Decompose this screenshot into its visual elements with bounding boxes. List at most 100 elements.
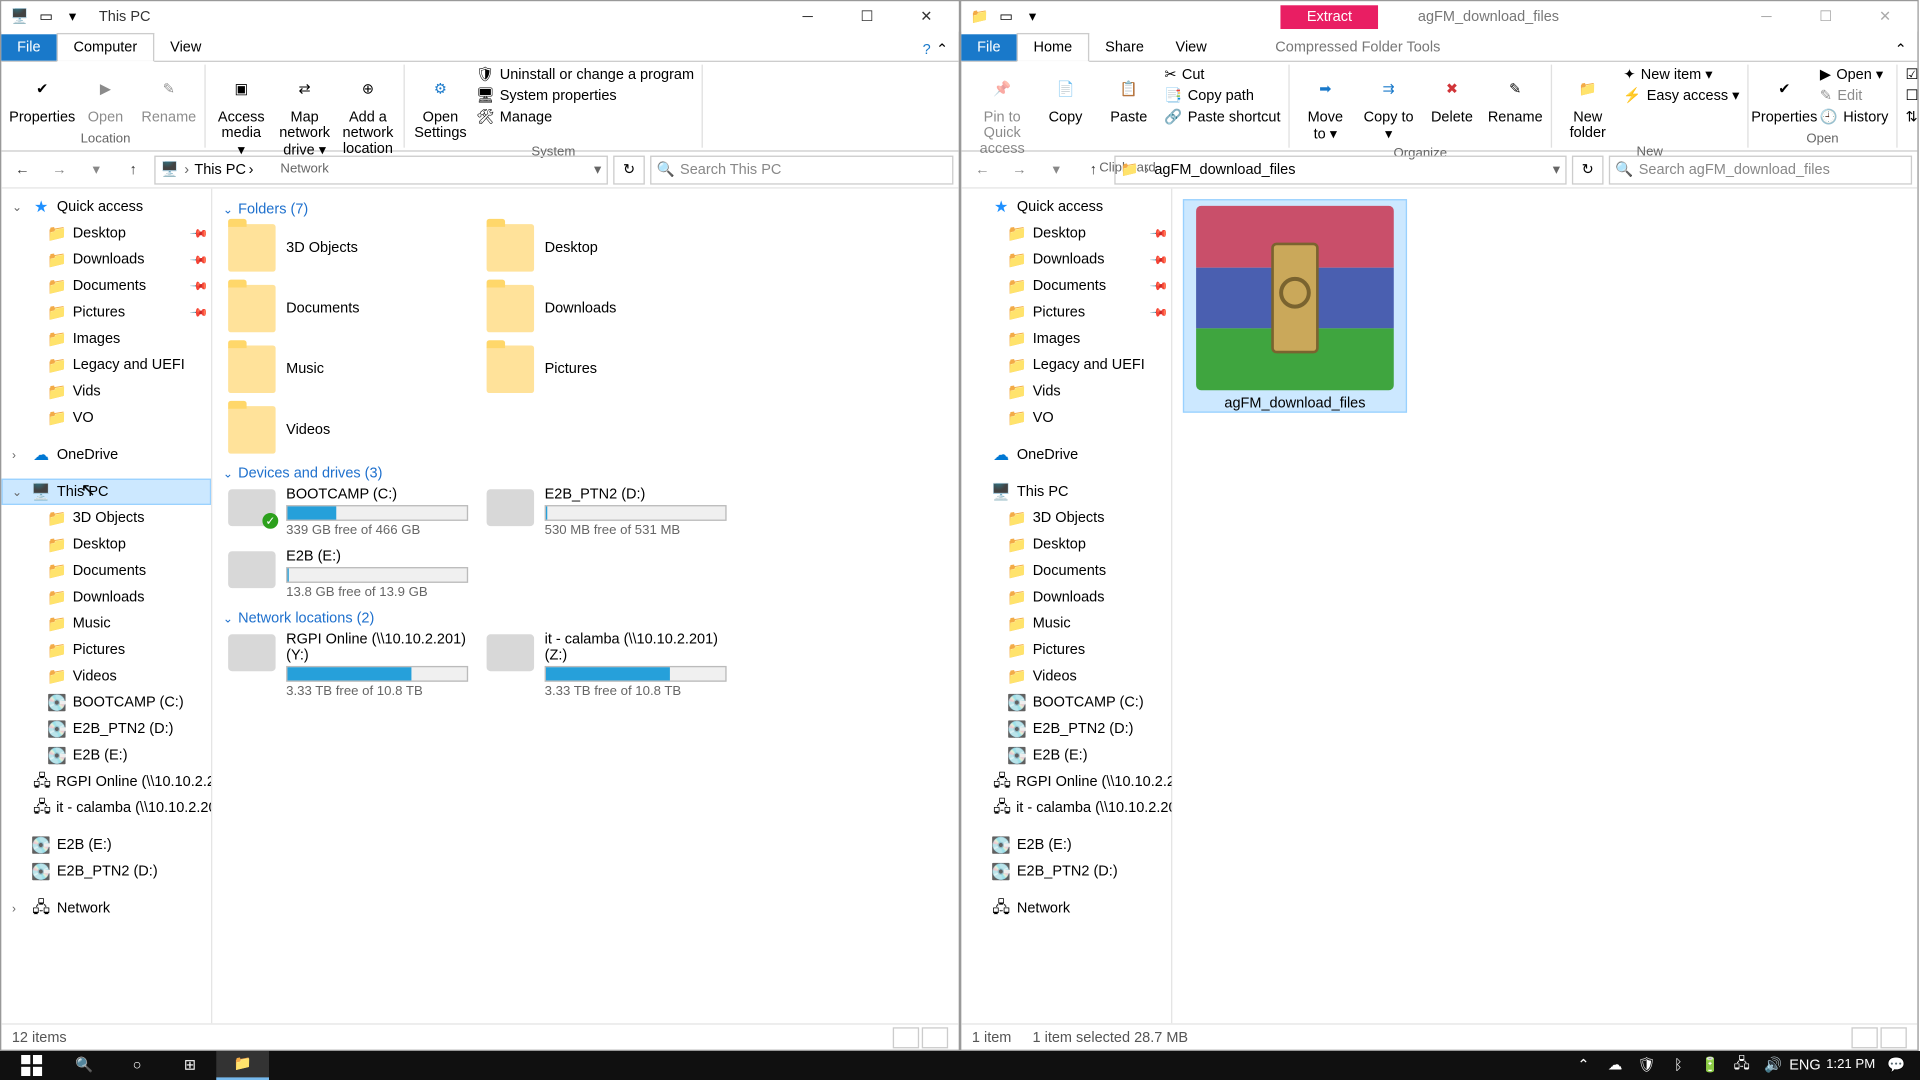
open-settings-button[interactable]: ⚙Open Settings bbox=[410, 65, 471, 144]
start-button[interactable] bbox=[5, 1051, 58, 1080]
qat-properties-icon[interactable]: ▭ bbox=[996, 6, 1017, 27]
tab-file[interactable]: File bbox=[961, 34, 1016, 60]
nav-item-it-calamba-10-10-2-201-z-[interactable]: 🖧it - calamba (\\10.10.2.201) (Z:) bbox=[961, 795, 1171, 821]
tray-onedrive-icon[interactable]: ☁ bbox=[1605, 1055, 1626, 1076]
nav-item-downloads[interactable]: 📁Downloads bbox=[961, 584, 1171, 610]
address-bar[interactable]: 🖥️ › This PC › ▾ bbox=[154, 155, 608, 184]
tab-view[interactable]: View bbox=[1160, 34, 1223, 60]
nav-item-downloads[interactable]: 📁Downloads📌 bbox=[961, 247, 1171, 273]
nav-item-it-calamba-10-10-2-201-z-[interactable]: 🖧it - calamba (\\10.10.2.201) (Z:) bbox=[1, 795, 211, 821]
nav-item-e2b-e-[interactable]: 💽E2B (E:) bbox=[961, 832, 1171, 858]
open-button[interactable]: ▶Open ▾ bbox=[1817, 65, 1891, 85]
nav-item-vo[interactable]: 📁VO bbox=[1, 405, 211, 431]
select-none-button[interactable]: ☐Select none bbox=[1903, 86, 1920, 106]
titlebar[interactable]: 🖥️ ▭ ▾ This PC ─ ☐ ✕ bbox=[1, 1, 958, 31]
copy-path-button[interactable]: 📑Copy path bbox=[1162, 86, 1283, 106]
file-item-archive[interactable]: agFM_download_files bbox=[1183, 199, 1407, 413]
tab-view[interactable]: View bbox=[154, 34, 217, 60]
nav-quick-access[interactable]: ★Quick access bbox=[961, 194, 1171, 220]
collapse-ribbon-icon[interactable]: ⌃ bbox=[1895, 41, 1907, 58]
group-folders[interactable]: ⌄Folders (7) bbox=[223, 194, 948, 220]
nav-item-music[interactable]: 📁Music bbox=[1, 611, 211, 637]
nav-thispc[interactable]: 🖥️This PC bbox=[961, 479, 1171, 505]
qat-dropdown-icon[interactable]: ▾ bbox=[62, 6, 83, 27]
delete-button[interactable]: ✖Delete bbox=[1422, 65, 1483, 128]
recent-dropdown[interactable]: ▾ bbox=[80, 154, 112, 186]
copy-to-button[interactable]: ⇉Copy to ▾ bbox=[1358, 65, 1419, 145]
details-view-button[interactable] bbox=[893, 1027, 919, 1048]
tray-clock[interactable]: 1:21 PM bbox=[1826, 1058, 1875, 1073]
rename-button[interactable]: ✎Rename bbox=[1485, 65, 1546, 128]
invert-selection-button[interactable]: ⇅Invert selection bbox=[1903, 107, 1920, 127]
nav-item-desktop[interactable]: 📁Desktop bbox=[961, 531, 1171, 557]
tab-home[interactable]: Home bbox=[1016, 33, 1089, 62]
navigation-pane[interactable]: ★Quick access 📁Desktop📌📁Downloads📌 📁Docum… bbox=[961, 189, 1172, 1024]
tray-overflow-icon[interactable]: ⌃ bbox=[1573, 1055, 1594, 1076]
qat-dropdown-icon[interactable]: ▾ bbox=[1022, 6, 1043, 27]
move-to-button[interactable]: ➡Move to ▾ bbox=[1295, 65, 1356, 145]
nav-item-e2b-e-[interactable]: 💽E2B (E:) bbox=[1, 742, 211, 768]
taskbar[interactable]: 🔍 ○ ⊞ 📁 ⌃ ☁ 🛡 ᛒ 🔋 🖧 🔊 ENG 1:21 PM 💬 bbox=[0, 1051, 1920, 1080]
nav-thispc[interactable]: ⌄🖥️This PC bbox=[1, 479, 211, 505]
nav-item-3d-objects[interactable]: 📁3D Objects bbox=[961, 505, 1171, 531]
add-network-button[interactable]: ⊕Add a network location bbox=[338, 65, 399, 160]
maximize-button[interactable]: ☐ bbox=[837, 1, 896, 31]
map-drive-button[interactable]: ⇄Map network drive ▾ bbox=[274, 65, 335, 161]
nav-item-e2b-ptn2-d-[interactable]: 💽E2B_PTN2 (D:) bbox=[1, 716, 211, 742]
nav-item-pictures[interactable]: 📁Pictures bbox=[961, 637, 1171, 663]
nav-network[interactable]: ›🖧Network bbox=[1, 895, 211, 921]
up-button[interactable]: ↑ bbox=[117, 154, 149, 186]
nav-item-downloads[interactable]: 📁Downloads📌 bbox=[1, 247, 211, 273]
select-all-button[interactable]: ☑Select all bbox=[1903, 65, 1920, 85]
context-tab-extract[interactable]: Extract bbox=[1280, 5, 1378, 29]
tray-language-icon[interactable]: ENG bbox=[1794, 1055, 1815, 1076]
breadcrumb-current[interactable]: agFM_download_files bbox=[1154, 162, 1295, 178]
tab-file[interactable]: File bbox=[1, 34, 56, 60]
paste-button[interactable]: 📋Paste bbox=[1098, 65, 1159, 128]
tray-network-icon[interactable]: 🖧 bbox=[1731, 1055, 1752, 1076]
task-view-button[interactable]: ⊞ bbox=[164, 1051, 217, 1080]
collapse-ribbon-icon[interactable]: ⌃ bbox=[936, 41, 948, 58]
nav-item-downloads[interactable]: 📁Downloads bbox=[1, 584, 211, 610]
drive-it-calamba-10-10-2-201-z-[interactable]: it - calamba (\\10.10.2.201) (Z:)3.33 TB… bbox=[481, 629, 732, 702]
nav-item-documents[interactable]: 📁Documents bbox=[1, 558, 211, 584]
properties-button[interactable]: ✔︎Properties bbox=[1754, 65, 1815, 128]
up-button[interactable]: ↑ bbox=[1077, 154, 1109, 186]
nav-item-desktop[interactable]: 📁Desktop📌 bbox=[961, 220, 1171, 246]
nav-item-rgpi-online-10-10-2-201-y-[interactable]: 🖧RGPI Online (\\10.10.2.201) (Y:) bbox=[1, 769, 211, 795]
nav-item-e2b-ptn2-d-[interactable]: 💽E2B_PTN2 (D:) bbox=[961, 858, 1171, 884]
nav-item-music[interactable]: 📁Music bbox=[961, 611, 1171, 637]
help-icon[interactable]: ? bbox=[923, 42, 931, 58]
group-drives[interactable]: ⌄Devices and drives (3) bbox=[223, 458, 948, 484]
folder-desktop[interactable]: Desktop bbox=[481, 220, 732, 275]
back-button[interactable]: ← bbox=[7, 154, 39, 186]
nav-item-documents[interactable]: 📁Documents bbox=[961, 558, 1171, 584]
address-dropdown-icon[interactable]: ▾ bbox=[594, 161, 601, 178]
nav-item-pictures[interactable]: 📁Pictures📌 bbox=[1, 299, 211, 325]
folder-videos[interactable]: Videos bbox=[223, 402, 474, 457]
drive-bootcamp-c-[interactable]: BOOTCAMP (C:)339 GB free of 466 GB bbox=[223, 484, 474, 541]
nav-item-vids[interactable]: 📁Vids bbox=[1, 378, 211, 404]
recent-dropdown[interactable]: ▾ bbox=[1040, 154, 1072, 186]
nav-item-desktop[interactable]: 📁Desktop bbox=[1, 531, 211, 557]
cut-button[interactable]: ✂Cut bbox=[1162, 65, 1283, 85]
nav-item-documents[interactable]: 📁Documents📌 bbox=[1, 273, 211, 299]
drive-e2b-ptn2-d-[interactable]: E2B_PTN2 (D:)530 MB free of 531 MB bbox=[481, 484, 732, 541]
nav-item-videos[interactable]: 📁Videos bbox=[961, 663, 1171, 689]
nav-item-e2b-e-[interactable]: 💽E2B (E:) bbox=[961, 742, 1171, 768]
nav-item-e2b-ptn2-d-[interactable]: 💽E2B_PTN2 (D:) bbox=[1, 858, 211, 884]
nav-item-e2b-e-[interactable]: 💽E2B (E:) bbox=[1, 832, 211, 858]
nav-onedrive[interactable]: ☁OneDrive bbox=[961, 442, 1171, 468]
nav-item-bootcamp-c-[interactable]: 💽BOOTCAMP (C:) bbox=[1, 690, 211, 716]
refresh-button[interactable]: ↻ bbox=[613, 155, 645, 184]
nav-item-vids[interactable]: 📁Vids bbox=[961, 378, 1171, 404]
nav-item-3d-objects[interactable]: 📁3D Objects bbox=[1, 505, 211, 531]
nav-item-images[interactable]: 📁Images bbox=[961, 326, 1171, 352]
group-netloc[interactable]: ⌄Network locations (2) bbox=[223, 603, 948, 629]
nav-item-vo[interactable]: 📁VO bbox=[961, 405, 1171, 431]
folder-3d-objects[interactable]: 3D Objects bbox=[223, 220, 474, 275]
nav-item-legacy-and-uefi[interactable]: 📁Legacy and UEFI bbox=[1, 352, 211, 378]
properties-button[interactable]: ✔︎Properties bbox=[12, 65, 73, 128]
tray-volume-icon[interactable]: 🔊 bbox=[1763, 1055, 1784, 1076]
titlebar[interactable]: 📁 ▭ ▾ Extract agFM_download_files ─ ☐ ✕ bbox=[961, 1, 1917, 31]
